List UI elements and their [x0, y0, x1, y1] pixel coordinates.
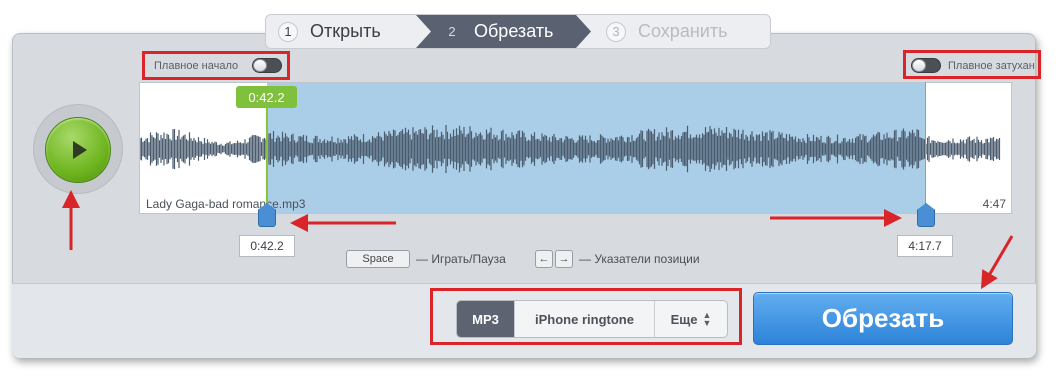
- arrow-to-cut-button: [980, 235, 1014, 290]
- annotation-arrows: [62, 190, 1014, 290]
- audio-cutter-app: 1 Открыть 2 Обрезать 3 Сохранить Плавное…: [0, 0, 1061, 383]
